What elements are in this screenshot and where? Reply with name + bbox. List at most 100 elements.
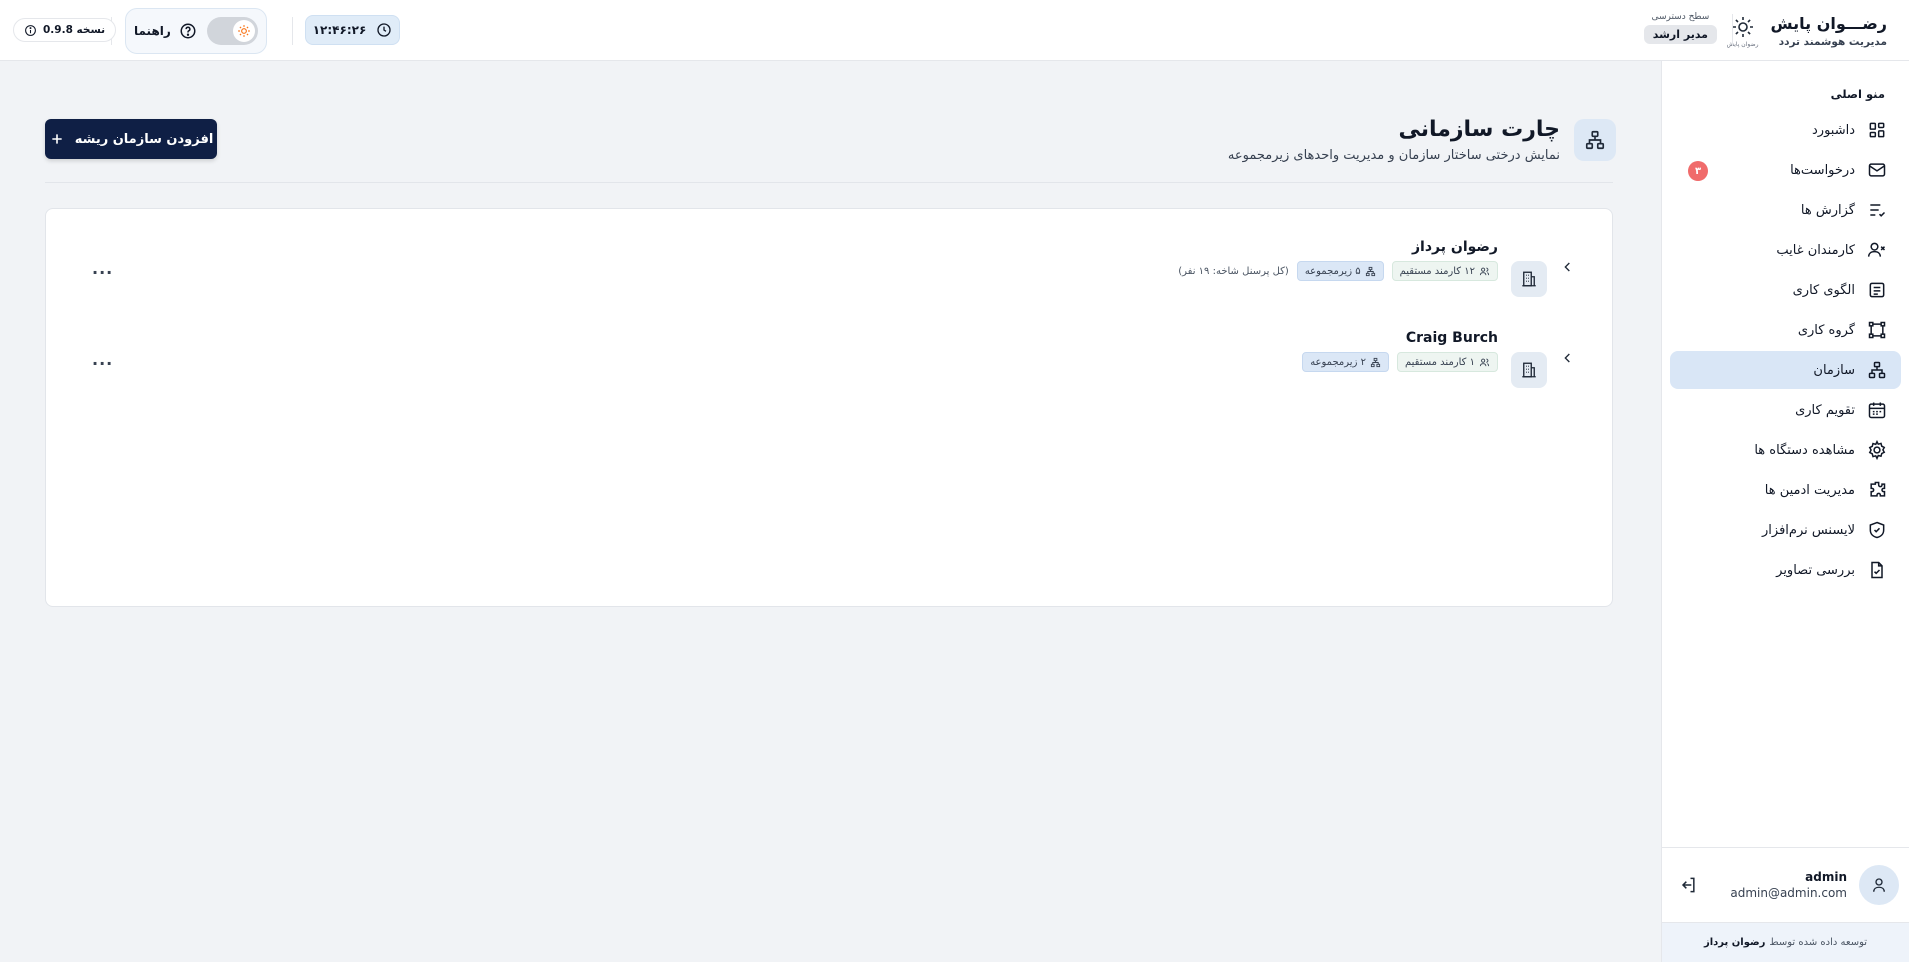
sub-count-badge: ۲ زیرمجموعه [1302, 352, 1389, 372]
brand: رضـــوان پایش مدیریت هوشمند تردد رضوان پ… [1727, 11, 1887, 51]
role-badge: مدیر ارشد [1643, 25, 1717, 44]
version-label: نسخه 0.9.8 [43, 24, 106, 36]
logout-button[interactable] [1676, 873, 1700, 897]
user-email: admin@admin.com [1730, 886, 1847, 900]
user-icon [1873, 878, 1885, 892]
more-options-button[interactable]: ... [92, 350, 113, 369]
sidebar-item-label: الگوی کاری [1792, 282, 1855, 298]
credit-name: رضوان پرداز [1703, 937, 1766, 948]
add-root-organization-button[interactable]: افزودن سازمان ریشه [45, 119, 217, 159]
sidebar-item-label: گزارش ها [1800, 202, 1855, 218]
hierarchy-icon [1365, 266, 1375, 276]
sidebar: منو اصلی داشبورد درخواست‌ها ۳ گزارش ها ک [1661, 61, 1909, 962]
footer-credit: توسعه داده شده توسط رضوان پرداز [1662, 922, 1909, 962]
sub-count-badge: ۵ زیرمجموعه [1296, 261, 1384, 281]
shield-icon [1867, 520, 1887, 540]
divider [1732, 14, 1733, 46]
add-root-label: افزودن سازمان ریشه [74, 131, 214, 147]
sub-count-label: ۲ زیرمجموعه [1310, 356, 1366, 368]
logout-icon [1681, 877, 1695, 893]
theme-knob [232, 20, 255, 42]
access-level: سطح دسترسی مدیر ارشد [1643, 12, 1717, 44]
branch-total: (کل پرسنل شاخه: ۱۹ نفر) [1178, 265, 1289, 277]
staff-count-label: ۱۲ کارمند مستقیم [1399, 265, 1475, 277]
sidebar-item-label: کارمندان غایب [1776, 242, 1855, 258]
more-options-button[interactable]: ... [92, 259, 113, 278]
avatar[interactable] [1859, 865, 1899, 905]
org-tree: رضوان پرداز ۱۲ کارمند مستقیم ۵ زیرمجموعه… [45, 208, 1613, 607]
building-icon [1511, 261, 1547, 297]
hierarchy-icon [1370, 357, 1381, 367]
gear-logo-icon [1732, 16, 1753, 37]
sidebar-item-label: گروه کاری [1797, 322, 1855, 338]
user-x-icon [1867, 240, 1887, 260]
theme-toggle[interactable] [206, 17, 258, 45]
sidebar-item-work-pattern[interactable]: الگوی کاری [1670, 271, 1901, 309]
file-check-icon [1867, 560, 1887, 580]
tree-node[interactable]: رضوان پرداز ۱۲ کارمند مستقیم ۵ زیرمجموعه… [46, 239, 1612, 309]
staff-count-label: ۱ کارمند مستقیم [1404, 356, 1475, 368]
sidebar-item-label: درخواست‌ها [1790, 162, 1855, 178]
sub-count-label: ۵ زیرمجموعه [1304, 265, 1361, 277]
clock: ۱۲:۴۶:۲۶ [305, 15, 400, 45]
node-name: رضوان پرداز [1412, 239, 1498, 255]
sidebar-item-organization[interactable]: سازمان [1670, 351, 1901, 389]
sidebar-item-devices[interactable]: مشاهده دستگاه ها [1670, 431, 1901, 469]
main-menu: داشبورد درخواست‌ها ۳ گزارش ها کارمندان غ… [1670, 111, 1901, 591]
notification-badge: ۳ [1688, 161, 1708, 181]
sidebar-item-admins[interactable]: مدیریت ادمین ها [1670, 471, 1901, 509]
sidebar-item-label: تقویم کاری [1795, 402, 1855, 418]
info-icon [25, 24, 36, 36]
brand-name: رضـــوان پایش [1770, 14, 1887, 33]
plus-icon [52, 134, 62, 144]
sidebar-item-dashboard[interactable]: داشبورد [1670, 111, 1901, 149]
sidebar-item-label: مدیریت ادمین ها [1764, 482, 1855, 498]
sidebar-item-absent[interactable]: کارمندان غایب [1670, 231, 1901, 269]
sidebar-item-calendar[interactable]: تقویم کاری [1670, 391, 1901, 429]
staff-count-badge: ۱ کارمند مستقیم [1396, 352, 1498, 372]
dashboard-icon [1867, 120, 1887, 140]
clock-icon [377, 23, 391, 37]
sidebar-item-license[interactable]: لایسنس نرم‌افزار [1670, 511, 1901, 549]
mail-icon [1867, 160, 1887, 180]
org-icon [1867, 360, 1887, 380]
calendar-icon [1867, 400, 1887, 420]
sidebar-item-label: سازمان [1813, 362, 1855, 378]
divider [292, 17, 293, 45]
gear-icon [1867, 440, 1887, 460]
building-icon [1511, 352, 1547, 388]
users-icon [1479, 358, 1490, 366]
sidebar-item-work-group[interactable]: گروه کاری [1670, 311, 1901, 349]
menu-title: منو اصلی [1830, 87, 1885, 101]
user-name: admin [1805, 870, 1847, 884]
expand-chevron-icon[interactable] [1560, 350, 1576, 366]
expand-chevron-icon[interactable] [1560, 259, 1576, 275]
credit-prefix: توسعه داده شده توسط [1769, 937, 1868, 948]
sidebar-item-label: داشبورد [1812, 122, 1855, 138]
divider [45, 182, 1613, 183]
tree-node[interactable]: Craig Burch ۱ کارمند مستقیم ۲ زیرمجموعه … [46, 330, 1612, 400]
sidebar-item-label: لایسنس نرم‌افزار [1762, 522, 1855, 538]
page-title: چارت سازمانی [1398, 117, 1560, 142]
group-icon [1867, 320, 1887, 340]
help-theme-group: راهنما [125, 8, 267, 54]
page-header: چارت سازمانی نمایش درختی ساختار سازمان و… [1228, 117, 1616, 163]
pattern-icon [1867, 280, 1887, 300]
sidebar-item-image-review[interactable]: بررسی تصاویر [1670, 551, 1901, 589]
page-icon [1574, 119, 1616, 161]
puzzle-icon [1867, 480, 1887, 500]
page-subtitle: نمایش درختی ساختار سازمان و مدیریت واحده… [1227, 148, 1560, 163]
sidebar-item-reports[interactable]: گزارش ها [1670, 191, 1901, 229]
question-icon [180, 23, 196, 39]
help-button[interactable]: راهنما [134, 22, 197, 40]
brand-subtitle: مدیریت هوشمند تردد [1778, 36, 1887, 48]
help-label: راهنما [134, 24, 171, 38]
org-icon [1585, 130, 1605, 150]
user-panel: admin admin@admin.com [1662, 847, 1909, 922]
top-bar: رضـــوان پایش مدیریت هوشمند تردد رضوان پ… [0, 0, 1909, 61]
staff-count-badge: ۱۲ کارمند مستقیم [1391, 261, 1498, 281]
sidebar-item-requests[interactable]: درخواست‌ها ۳ [1670, 151, 1901, 189]
users-icon [1479, 267, 1490, 275]
version-badge: نسخه 0.9.8 [13, 18, 117, 42]
sidebar-item-label: بررسی تصاویر [1776, 562, 1855, 578]
